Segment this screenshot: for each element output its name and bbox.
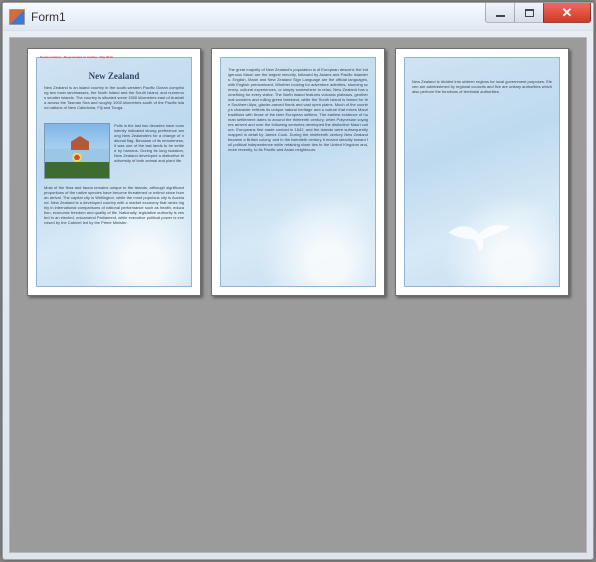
- minimize-icon: [496, 15, 505, 17]
- window-buttons: ✕: [486, 3, 591, 23]
- page-1-photo: [44, 123, 110, 179]
- page-thumbnails: Revision history · file generated on loa…: [10, 48, 586, 296]
- window-title: Form1: [31, 10, 66, 24]
- close-button[interactable]: ✕: [543, 3, 591, 23]
- minimize-button[interactable]: [485, 3, 515, 23]
- page-header-red: Revision history · file generated on loa…: [40, 55, 188, 59]
- page-1-lower-text: Most of the flora and fauna remains uniq…: [44, 185, 184, 281]
- maximize-button[interactable]: [514, 3, 544, 23]
- app-window: Form1 ✕ Revision history · file generate…: [2, 2, 594, 560]
- bird-graphic: [444, 219, 514, 253]
- page-1-title: New Zealand: [28, 71, 200, 81]
- page-2-body-text: The great majority of New Zealand's popu…: [228, 67, 368, 281]
- app-icon: [9, 9, 25, 25]
- page-1-right-text: Polls in the last two decades have consi…: [114, 123, 184, 181]
- maximize-icon: [525, 9, 534, 17]
- page-3-body-text: New Zealand is divided into sixteen regi…: [412, 79, 552, 107]
- page-1-intro-text: New Zealand is an island country in the …: [44, 85, 184, 119]
- page-thumbnail-2[interactable]: The great majority of New Zealand's popu…: [211, 48, 385, 296]
- page-thumbnail-1[interactable]: Revision history · file generated on loa…: [27, 48, 201, 296]
- close-icon: ✕: [562, 5, 573, 21]
- titlebar[interactable]: Form1 ✕: [3, 3, 593, 31]
- client-area: Revision history · file generated on loa…: [9, 37, 587, 553]
- page-thumbnail-3[interactable]: New Zealand is divided into sixteen regi…: [395, 48, 569, 296]
- document-viewer[interactable]: Revision history · file generated on loa…: [10, 38, 586, 552]
